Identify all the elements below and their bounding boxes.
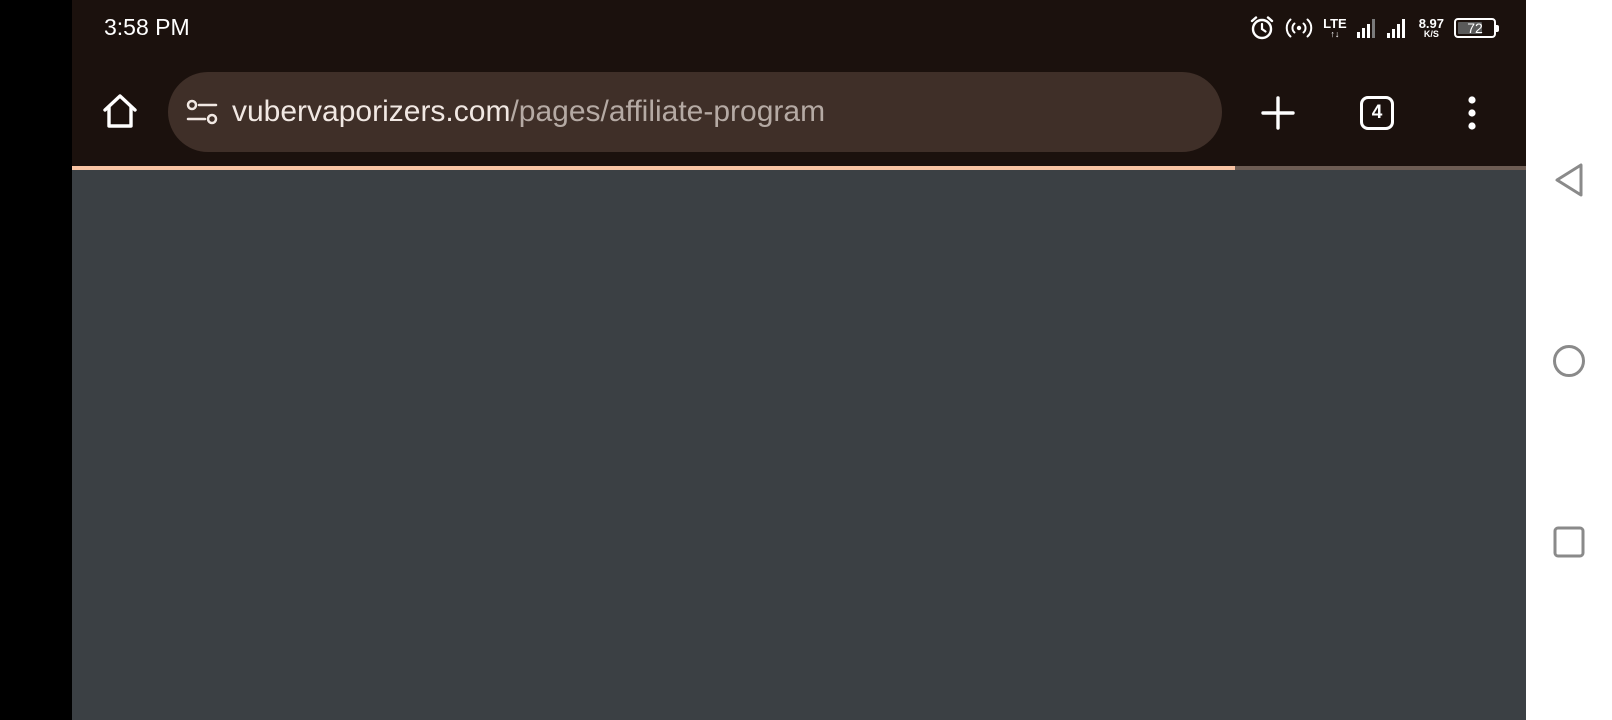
more-vertical-icon	[1468, 96, 1476, 130]
url-host: vubervaporizers.com	[232, 95, 511, 128]
tab-count: 4	[1371, 102, 1383, 123]
signal-icon	[1356, 19, 1375, 38]
tab-switcher-button[interactable]: 4	[1353, 89, 1401, 137]
address-bar[interactable]: vubervaporizers.com/pages/affiliate-prog…	[168, 72, 1222, 152]
device-screen: 3:58 PM LTE ↑↓ 8.97 K/S 72 vubervaporize…	[72, 0, 1526, 720]
triangle-back-icon	[1555, 163, 1583, 197]
nav-recents-button[interactable]	[1543, 516, 1595, 568]
browser-toolbar: vubervaporizers.com/pages/affiliate-prog…	[72, 58, 1526, 168]
lte-indicator: LTE ↑↓	[1323, 17, 1347, 39]
circle-home-icon	[1553, 345, 1585, 377]
home-button[interactable]	[94, 85, 146, 137]
battery-level: 72	[1467, 20, 1483, 36]
alarm-icon	[1250, 16, 1274, 40]
plus-icon	[1261, 96, 1295, 130]
status-time: 3:58 PM	[104, 14, 190, 40]
battery-nub	[1496, 25, 1499, 32]
status-bar: 3:58 PM LTE ↑↓ 8.97 K/S 72	[72, 0, 1526, 58]
nav-home-button[interactable]	[1543, 335, 1595, 387]
net-speed-unit: K/S	[1423, 29, 1439, 39]
signal-icon	[1386, 19, 1405, 38]
status-icons: LTE ↑↓ 8.97 K/S 72	[1249, 12, 1499, 44]
page-load-progress-fill	[72, 166, 1236, 170]
home-icon	[103, 94, 137, 128]
hotspot-icon	[1285, 18, 1313, 38]
battery-icon: 72	[1454, 18, 1499, 38]
android-nav-bar	[1526, 0, 1612, 720]
page-load-progress-bar	[72, 166, 1526, 170]
url-text[interactable]: vubervaporizers.com/pages/affiliate-prog…	[232, 94, 825, 130]
site-settings-button[interactable]	[182, 94, 222, 130]
tune-icon	[186, 99, 218, 125]
menu-button[interactable]	[1452, 87, 1492, 139]
square-recents-icon	[1553, 526, 1585, 558]
net-speed: 8.97 K/S	[1419, 17, 1444, 39]
nav-back-button[interactable]	[1543, 154, 1595, 206]
data-arrows: ↑↓	[1330, 29, 1340, 39]
left-black-margin	[0, 0, 72, 720]
new-tab-button[interactable]	[1252, 87, 1304, 139]
url-path: /pages/affiliate-program	[510, 95, 826, 128]
tab-switcher-icon: 4	[1360, 96, 1394, 130]
